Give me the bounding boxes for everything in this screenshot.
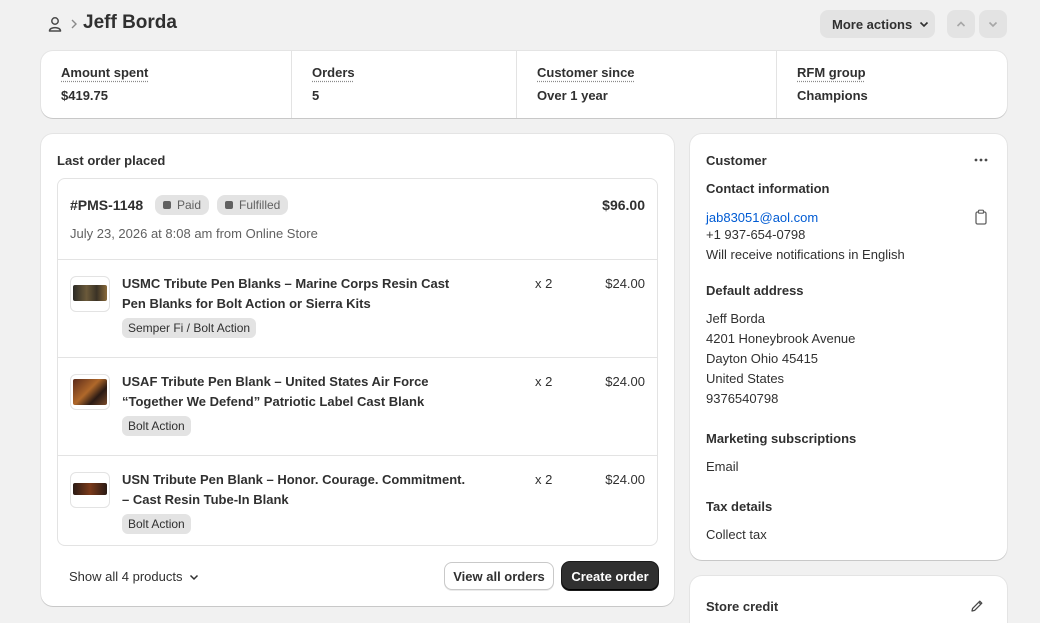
pen-blank-image [73,483,107,495]
customer-card: Customer Contact information jab83051@ao… [690,134,1007,560]
address-line: 4201 Honeybrook Avenue [706,331,855,346]
more-actions-button[interactable]: More actions [820,10,935,38]
order-number-link[interactable]: #PMS-1148 [70,197,143,213]
item-price: $24.00 [605,374,645,389]
order-summary: #PMS-1148 Paid Fulfilled $96.00 July 23,… [57,178,658,546]
item-quantity: x 2 [535,374,552,389]
section-title: Last order placed [57,153,165,168]
chevron-up-icon [955,18,967,30]
pen-blank-image [73,285,107,301]
stat-label[interactable]: RFM group [797,65,987,80]
clipboard-icon[interactable] [974,209,988,225]
variant-badge: Semper Fi / Bolt Action [122,318,256,338]
more-actions-label: More actions [832,17,912,32]
stat-value: Champions [797,88,987,103]
stat-value: $419.75 [61,88,271,103]
view-all-orders-button[interactable]: View all orders [444,562,554,590]
variant-badge: Bolt Action [122,514,191,534]
show-all-label: Show all 4 products [69,569,182,584]
address-line: United States [706,371,784,386]
address-line: Jeff Borda [706,311,765,326]
order-line-item: USN Tribute Pen Blank – Honor. Courage. … [58,456,657,554]
status-dot-icon [163,201,171,209]
stat-orders: Orders 5 [292,51,517,118]
badge-label: Fulfilled [239,198,280,212]
product-thumbnail [70,276,110,312]
order-total: $96.00 [602,197,645,213]
item-price: $24.00 [605,472,645,487]
page-header: Jeff Borda More actions [0,0,1040,48]
stat-label[interactable]: Amount spent [61,65,271,80]
stat-value: Over 1 year [537,88,756,103]
customer-stats-card: Amount spent $419.75 Orders 5 Customer s… [41,51,1007,118]
stat-value: 5 [312,88,496,103]
previous-customer-button[interactable] [947,10,975,38]
stat-label[interactable]: Customer since [537,65,756,80]
notification-language: Will receive notifications in English [706,247,905,262]
status-badge: Fulfilled [217,195,288,215]
item-price: $24.00 [605,276,645,291]
card-title: Store credit [706,599,778,614]
order-line-item: USMC Tribute Pen Blanks – Marine Corps R… [58,260,657,358]
address-heading: Default address [706,283,804,298]
stat-rfm-group: RFM group Champions [777,51,1007,118]
address-line: Dayton Ohio 45415 [706,351,818,366]
marketing-value: Email [706,459,739,474]
product-title-link[interactable]: USAF Tribute Pen Blank – United States A… [122,372,472,412]
email-link[interactable]: jab83051@aol.com [706,210,818,225]
create-order-button[interactable]: Create order [562,562,658,590]
address-line: 9376540798 [706,391,778,406]
order-date: July 23, 2026 at 8:08 am from Online Sto… [70,226,318,241]
chevron-right-icon [69,18,79,30]
card-title: Customer [706,153,767,168]
status-badge: Paid [155,195,209,215]
show-all-products-button[interactable]: Show all 4 products [69,569,200,584]
stat-label[interactable]: Orders [312,65,496,80]
chevron-down-icon [918,18,930,30]
next-customer-button[interactable] [979,10,1007,38]
variant-badge: Bolt Action [122,416,191,436]
contact-heading: Contact information [706,181,830,196]
stat-customer-since: Customer since Over 1 year [517,51,777,118]
store-credit-card: Store credit [690,576,1007,623]
item-quantity: x 2 [535,472,552,487]
person-icon[interactable] [46,15,64,33]
page-title: Jeff Borda [83,12,177,34]
last-order-card: Last order placed #PMS-1148 Paid Fulfill… [41,134,674,606]
product-title-link[interactable]: USMC Tribute Pen Blanks – Marine Corps R… [122,274,472,314]
tax-value: Collect tax [706,527,767,542]
badge-label: Paid [177,198,201,212]
pencil-icon[interactable] [969,598,985,614]
product-title-link[interactable]: USN Tribute Pen Blank – Honor. Courage. … [122,470,472,510]
phone-number: +1 937-654-0798 [706,227,805,242]
chevron-down-icon [987,18,999,30]
status-dot-icon [225,201,233,209]
marketing-heading: Marketing subscriptions [706,431,856,446]
item-quantity: x 2 [535,276,552,291]
tax-heading: Tax details [706,499,772,514]
order-line-item: USAF Tribute Pen Blank – United States A… [58,358,657,456]
ellipsis-icon[interactable] [972,153,990,167]
order-header: #PMS-1148 Paid Fulfilled $96.00 July 23,… [58,179,657,260]
product-thumbnail [70,472,110,508]
product-thumbnail [70,374,110,410]
stat-amount-spent: Amount spent $419.75 [41,51,292,118]
pen-blank-image [73,379,107,405]
chevron-down-icon [188,571,200,583]
